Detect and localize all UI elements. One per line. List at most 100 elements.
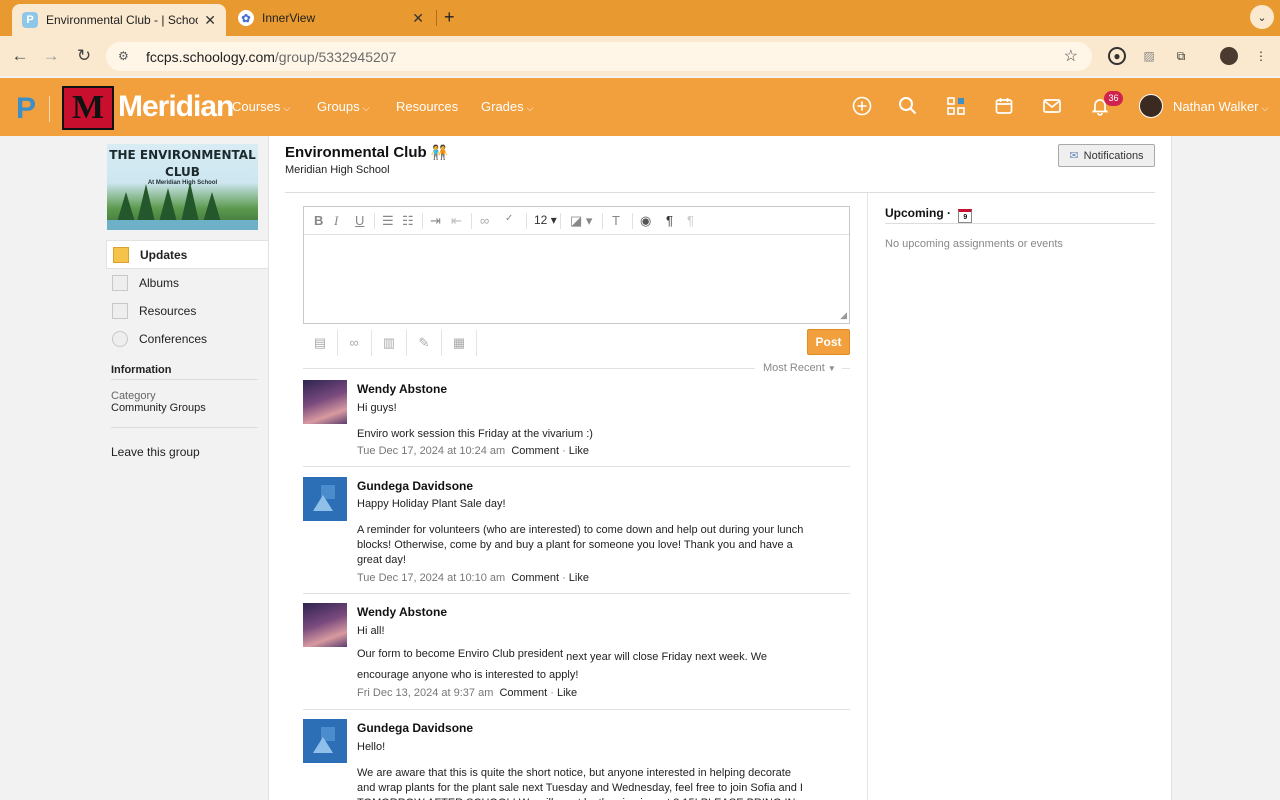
avatar[interactable] bbox=[1139, 94, 1163, 118]
nav-resources[interactable]: Resources bbox=[396, 99, 458, 114]
toolbar-separator bbox=[422, 213, 423, 229]
leave-group-link[interactable]: Leave this group bbox=[111, 445, 200, 459]
bold-icon[interactable]: B bbox=[314, 213, 323, 228]
attach-link-icon[interactable]: ∞ bbox=[346, 335, 362, 351]
comment-link[interactable]: Comment bbox=[511, 572, 559, 584]
bookmark-star-icon[interactable]: ☆ bbox=[1064, 46, 1078, 66]
nav-courses[interactable]: Courses ⌵ bbox=[232, 99, 290, 114]
sidebar-item-conferences[interactable]: Conferences bbox=[106, 325, 268, 353]
divider bbox=[111, 427, 258, 428]
post-author[interactable]: Gundega Davidsone bbox=[357, 721, 473, 735]
back-icon[interactable]: ← bbox=[10, 46, 30, 66]
poll-icon[interactable]: ▦ bbox=[451, 335, 467, 351]
messages-envelope-icon[interactable] bbox=[1041, 95, 1063, 117]
nav-groups[interactable]: Groups ⌵ bbox=[317, 99, 369, 114]
microphone-icon[interactable]: ✎ bbox=[416, 335, 432, 351]
extension-icon[interactable]: ● bbox=[1108, 47, 1126, 65]
sidebar-item-albums[interactable]: Albums bbox=[106, 269, 268, 297]
post-text: Hello! bbox=[357, 741, 386, 753]
calendar-icon[interactable] bbox=[993, 95, 1015, 117]
browser-tab-bar: P Environmental Club - | Schoo ✕ ✿ Inner… bbox=[0, 0, 1280, 36]
divider bbox=[303, 466, 850, 467]
resize-handle-icon[interactable]: ◢ bbox=[840, 310, 847, 321]
close-tab-icon[interactable]: ✕ bbox=[204, 12, 216, 29]
attach-resource-icon[interactable]: ▥ bbox=[381, 335, 397, 351]
extensions-puzzle-icon[interactable]: ⧉ bbox=[1172, 47, 1190, 65]
nav-label: Resources bbox=[396, 99, 459, 114]
school-logo[interactable]: M bbox=[62, 86, 114, 130]
chevron-down-icon: ⌵ bbox=[362, 103, 370, 113]
bullet-list-icon[interactable]: ☰ bbox=[382, 213, 394, 229]
post-editor[interactable]: B I U ☰ ☷ ⇥ ⇤ ∞ ✓ 12 ▾ ◪ ▾ T ◉ ¶ ¶ ◢ bbox=[303, 206, 850, 324]
clear-format-icon[interactable]: T bbox=[612, 213, 620, 228]
sidebar-item-resources[interactable]: Resources bbox=[106, 297, 268, 325]
post-author[interactable]: Gundega Davidsone bbox=[357, 479, 473, 493]
avatar[interactable] bbox=[303, 380, 347, 424]
school-name[interactable]: Meridian bbox=[118, 90, 234, 124]
create-plus-icon[interactable] bbox=[851, 95, 873, 117]
nav-label: Courses bbox=[232, 99, 281, 114]
post-date: Fri Dec 13, 2024 at 9:37 am bbox=[357, 687, 494, 699]
feed-post: Gundega Davidsone Happy Holiday Plant Sa… bbox=[303, 477, 850, 597]
tab-environmental-club[interactable]: P Environmental Club - | Schoo ✕ bbox=[12, 4, 226, 36]
group-school: Meridian High School bbox=[285, 164, 390, 176]
notifications-button[interactable]: ✉ Notifications bbox=[1058, 144, 1155, 167]
forward-icon[interactable]: → bbox=[41, 46, 61, 66]
tab-search-icon[interactable]: ⌄ bbox=[1250, 5, 1274, 29]
apps-grid-icon[interactable] bbox=[945, 95, 967, 117]
avatar[interactable] bbox=[303, 719, 347, 763]
accessibility-icon[interactable]: ◉ bbox=[640, 213, 651, 229]
banner-title: THE ENVIRONMENTAL CLUB bbox=[109, 148, 256, 179]
underline-icon[interactable]: U bbox=[355, 213, 364, 228]
envelope-icon: ✉ bbox=[1069, 150, 1079, 162]
text-color-icon[interactable]: ◪ ▾ bbox=[570, 213, 592, 229]
like-link[interactable]: Like bbox=[557, 687, 577, 699]
rtl-paragraph-icon[interactable]: ¶ bbox=[687, 213, 694, 228]
numbered-list-icon[interactable]: ☷ bbox=[402, 213, 414, 229]
search-icon[interactable] bbox=[897, 95, 919, 117]
upcoming-empty-message: No upcoming assignments or events bbox=[885, 238, 1063, 250]
tab-innerview[interactable]: ✿ InnerView ✕ bbox=[228, 4, 434, 32]
link-icon[interactable]: ∞ bbox=[480, 213, 489, 228]
paragraph-icon[interactable]: ¶ bbox=[666, 213, 673, 228]
nav-grades[interactable]: Grades ⌵ bbox=[481, 99, 533, 114]
italic-icon[interactable]: I bbox=[334, 213, 338, 229]
divider bbox=[303, 709, 850, 710]
avatar[interactable] bbox=[303, 603, 347, 647]
sidebar-item-label: Albums bbox=[139, 276, 180, 290]
comment-link[interactable]: Comment bbox=[499, 687, 547, 699]
extension-blocked-icon[interactable]: ▨ bbox=[1140, 47, 1158, 65]
notification-count-badge[interactable]: 36 bbox=[1104, 91, 1123, 106]
post-author[interactable]: Wendy Abstone bbox=[357, 605, 447, 619]
powerschool-logo[interactable]: P bbox=[16, 92, 36, 126]
address-bar[interactable]: ⚙ fccps.schoology.com/group/5332945207 ☆ bbox=[106, 42, 1092, 71]
outdent-icon[interactable]: ⇤ bbox=[451, 213, 462, 229]
like-link[interactable]: Like bbox=[569, 572, 589, 584]
new-tab-icon[interactable]: + bbox=[444, 7, 455, 28]
sort-select[interactable]: Most Recent ▼ bbox=[763, 362, 836, 374]
toolbar-separator bbox=[441, 330, 442, 356]
post-text: Happy Holiday Plant Sale day! bbox=[357, 498, 506, 510]
reload-icon[interactable]: ↻ bbox=[74, 46, 94, 66]
font-size-select[interactable]: 12 ▾ bbox=[534, 213, 557, 227]
profile-avatar-icon[interactable] bbox=[1220, 47, 1238, 65]
toolbar-separator bbox=[560, 213, 561, 229]
spellcheck-icon[interactable]: ✓ bbox=[505, 213, 513, 224]
site-info-icon[interactable]: ⚙ bbox=[118, 49, 134, 65]
post-author[interactable]: Wendy Abstone bbox=[357, 382, 447, 396]
avatar[interactable] bbox=[303, 477, 347, 521]
browser-menu-icon[interactable]: ⋮ bbox=[1252, 47, 1270, 65]
like-link[interactable]: Like bbox=[569, 445, 589, 457]
post-date: Tue Dec 17, 2024 at 10:10 am bbox=[357, 572, 506, 584]
attach-file-icon[interactable]: ▤ bbox=[312, 335, 328, 351]
user-menu[interactable]: Nathan Walker ⌵ bbox=[1173, 99, 1268, 114]
post-button[interactable]: Post bbox=[807, 329, 850, 355]
post-text: A reminder for volunteers (who are inter… bbox=[357, 524, 804, 566]
chevron-down-icon: ⌵ bbox=[526, 103, 534, 113]
indent-icon[interactable]: ⇥ bbox=[430, 213, 441, 229]
tab-separator bbox=[436, 10, 437, 26]
sidebar-item-updates[interactable]: Updates bbox=[106, 240, 268, 269]
close-tab-icon[interactable]: ✕ bbox=[412, 10, 424, 27]
comment-link[interactable]: Comment bbox=[511, 445, 559, 457]
page-body: THE ENVIRONMENTAL CLUB At Meridian High … bbox=[0, 136, 1280, 800]
